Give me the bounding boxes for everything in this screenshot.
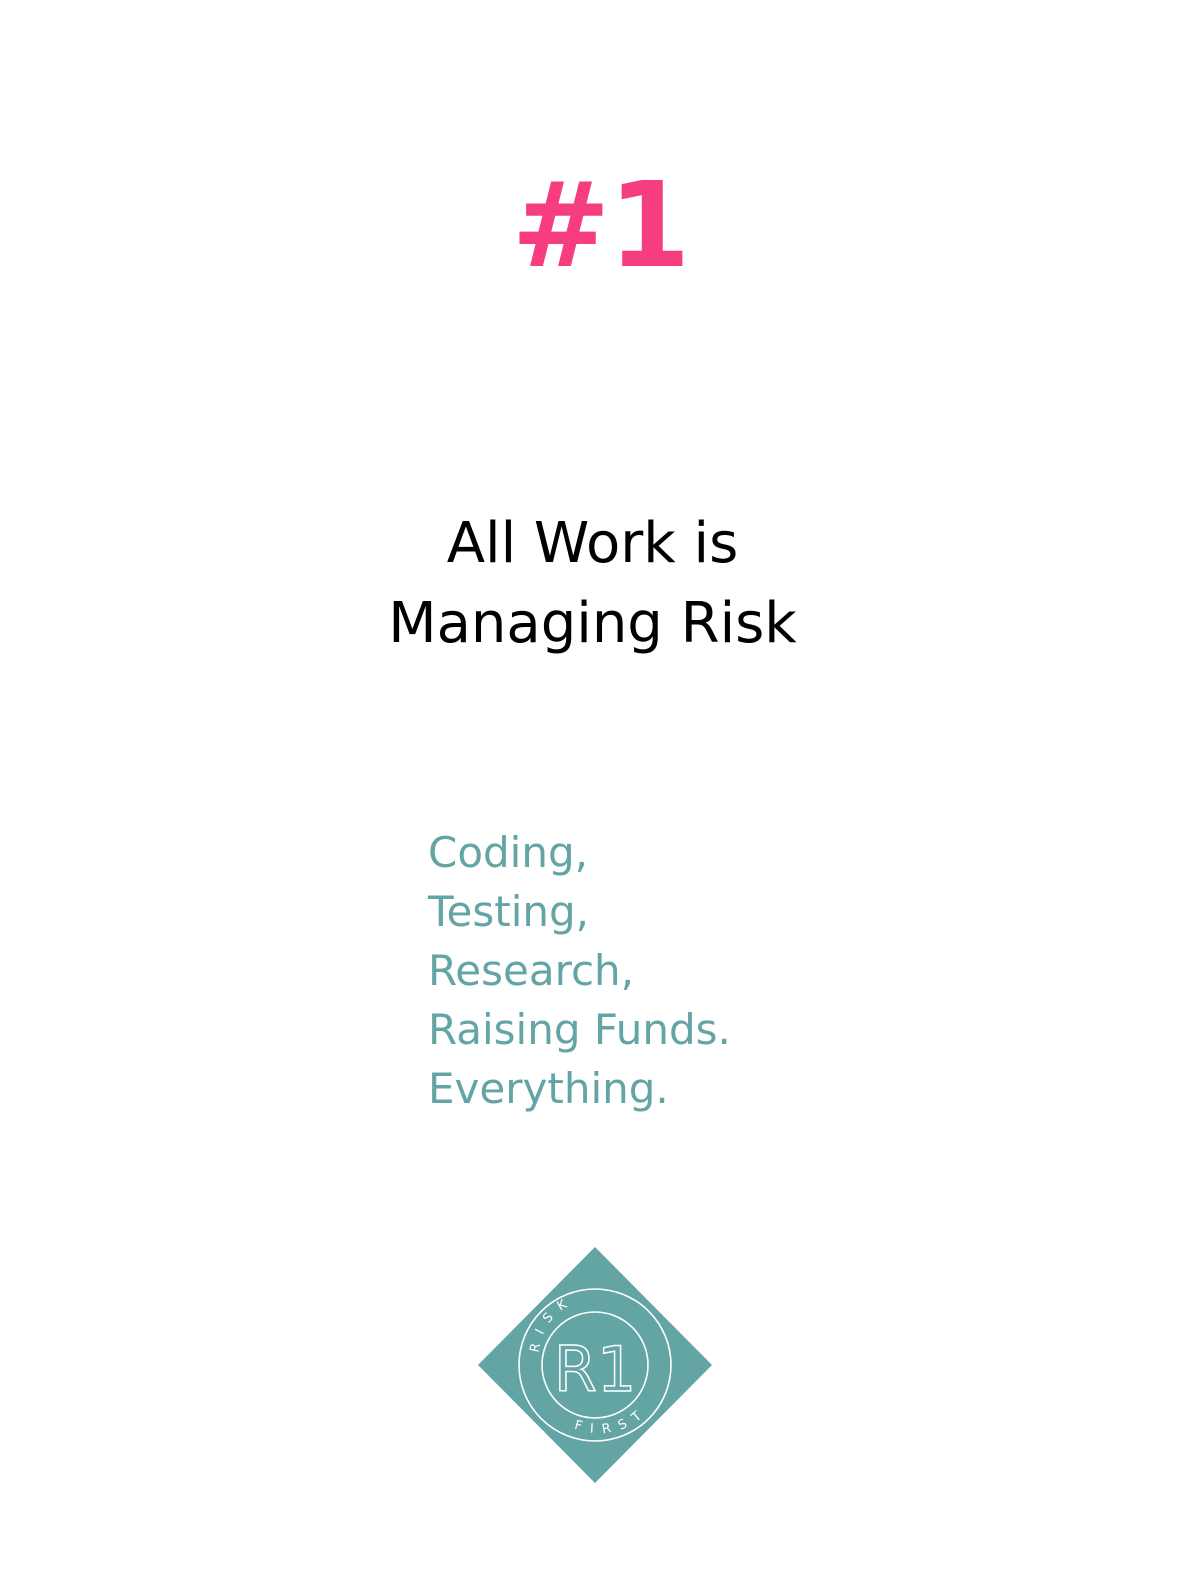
work-list-item: Research, — [428, 946, 635, 995]
work-list-item: Everything. — [428, 1064, 669, 1113]
work-list: Coding, Testing, Research, Raising Funds… — [428, 823, 731, 1118]
principle-number: #1 — [511, 156, 691, 294]
work-list-item: Coding, — [428, 828, 588, 877]
work-list-item: Raising Funds. — [428, 1005, 731, 1054]
headline-line-1: All Work is — [446, 511, 739, 576]
headline-line-2: Managing Risk — [388, 591, 797, 656]
headline: All Work is Managing Risk — [0, 504, 1185, 664]
work-list-item: Testing, — [428, 887, 590, 936]
logo-monogram: R1 — [554, 1333, 637, 1406]
risk-first-logo-icon: RISK FIRST R1 — [478, 1247, 712, 1483]
